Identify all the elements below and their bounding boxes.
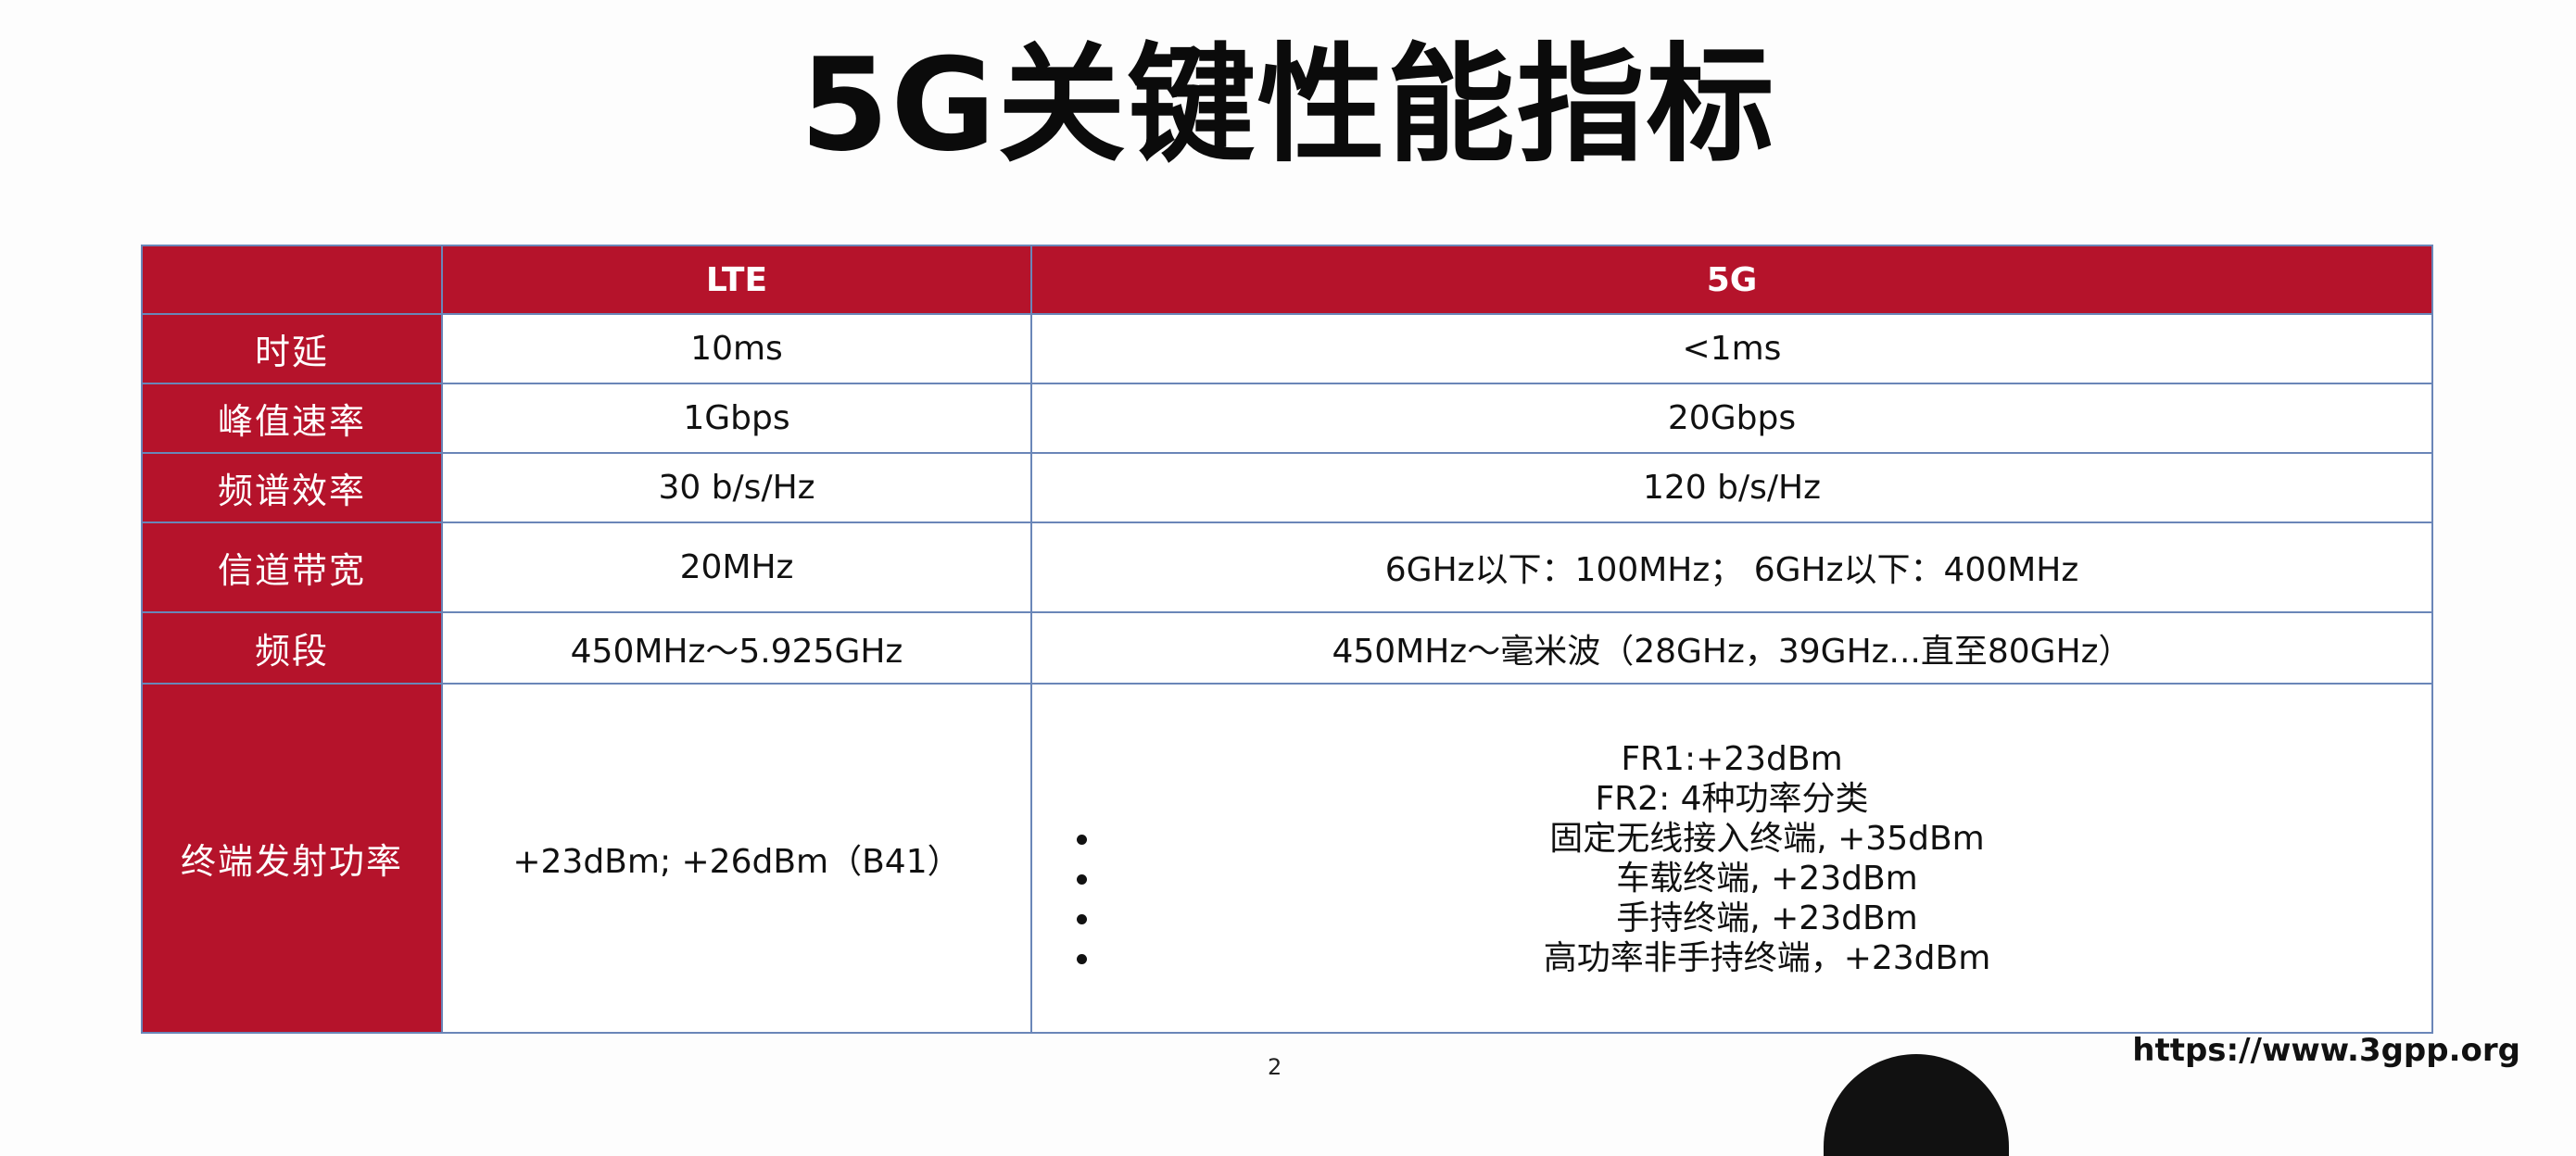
header-corner — [141, 245, 443, 315]
table-row: 信道带宽 20MHz 6GHz以下：100MHz； 6GHz以下：400MHz — [141, 521, 2433, 614]
table-row: 时延 10ms <1ms — [141, 313, 2433, 384]
header-5g: 5G — [1030, 245, 2433, 315]
lte-cell: 450MHz～5.925GHz — [441, 611, 1032, 685]
row-label: 频谱效率 — [141, 451, 443, 523]
5g-cell: 20Gbps — [1030, 382, 2433, 454]
power-class-list: 固定无线接入终端, +35dBm 车载终端, +23dBm 手持终端, +23d… — [1032, 819, 2431, 978]
list-item: 固定无线接入终端, +35dBm — [1103, 819, 2431, 859]
lte-cell: 10ms — [441, 313, 1032, 384]
kpi-table: LTE 5G 时延 10ms <1ms 峰值速率 1Gbps 20Gbps 频谱… — [141, 245, 2433, 1034]
lte-cell: 1Gbps — [441, 382, 1032, 454]
list-item: 车载终端, +23dBm — [1103, 859, 2431, 898]
5g-cell: 6GHz以下：100MHz； 6GHz以下：400MHz — [1030, 521, 2433, 614]
lte-cell: 20MHz — [441, 521, 1032, 614]
table-header-row: LTE 5G — [141, 245, 2433, 315]
5g-cell: <1ms — [1030, 313, 2433, 384]
table-row: 频谱效率 30 b/s/Hz 120 b/s/Hz — [141, 451, 2433, 523]
source-url: https://www.3gpp.org — [2132, 1032, 2520, 1069]
list-item: 手持终端, +23dBm — [1103, 898, 2431, 938]
row-label: 频段 — [141, 611, 443, 685]
5g-power-cell: FR1:+23dBm FR2: 4种功率分类 固定无线接入终端, +35dBm … — [1030, 683, 2433, 1034]
list-item: 高功率非手持终端，+23dBm — [1103, 938, 2431, 978]
page-number: 2 — [1268, 1054, 1282, 1080]
row-label: 终端发射功率 — [141, 683, 443, 1034]
table-row: 终端发射功率 +23dBm; +26dBm（B41） FR1:+23dBm FR… — [141, 683, 2433, 1034]
5g-cell: 450MHz～毫米波（28GHz，39GHz...直至80GHz） — [1030, 611, 2433, 685]
slide-title: 5G关键性能指标 — [800, 31, 1776, 180]
table-row: 频段 450MHz～5.925GHz 450MHz～毫米波（28GHz，39GH… — [141, 611, 2433, 685]
row-label: 信道带宽 — [141, 521, 443, 614]
power-line: FR2: 4种功率分类 — [1595, 779, 1869, 818]
lte-cell: +23dBm; +26dBm（B41） — [441, 683, 1032, 1034]
row-label: 时延 — [141, 313, 443, 384]
lte-cell: 30 b/s/Hz — [441, 451, 1032, 523]
5g-cell: 120 b/s/Hz — [1030, 451, 2433, 523]
presenter-head-silhouette — [1824, 1054, 2009, 1156]
header-lte: LTE — [441, 245, 1032, 315]
power-line: FR1:+23dBm — [1621, 739, 1843, 778]
row-label: 峰值速率 — [141, 382, 443, 454]
table-row: 峰值速率 1Gbps 20Gbps — [141, 382, 2433, 454]
